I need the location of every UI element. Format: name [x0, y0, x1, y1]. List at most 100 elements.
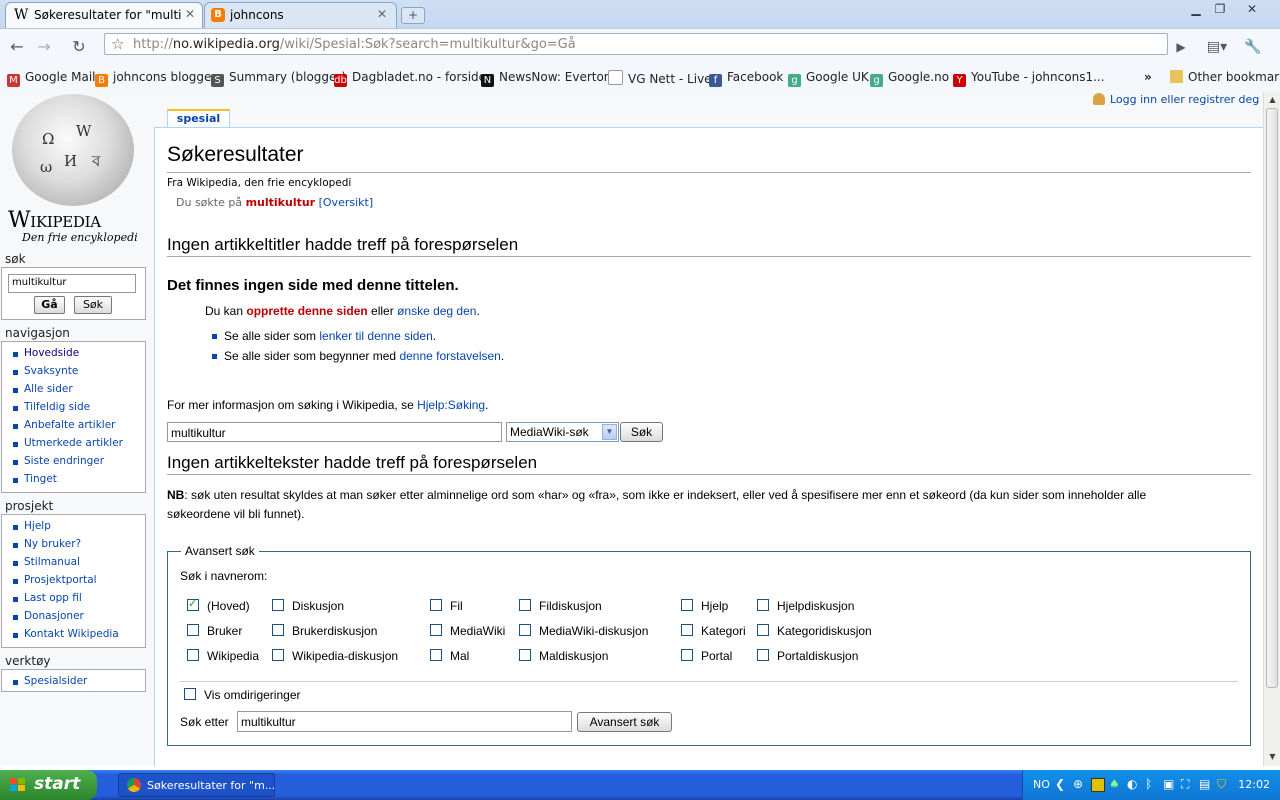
language-indicator[interactable]: NO [1033, 778, 1050, 791]
bluetooth-icon[interactable]: ᛒ [1145, 777, 1152, 791]
sidebar-item-stilmanual[interactable]: Stilmanual [2, 556, 145, 574]
sidebar-search-input[interactable]: multikultur [8, 274, 136, 293]
sidebar-item-last-opp-fil[interactable]: Last opp fil [2, 592, 145, 610]
security-shield-icon[interactable]: ⛉ [1217, 777, 1226, 792]
redirects-checkbox[interactable] [184, 688, 196, 700]
wikipedia-globe-logo-icon[interactable]: Ω W И ω ব [12, 94, 134, 206]
tab-spesial[interactable]: spesial [167, 109, 230, 127]
sidebar-item-tilfeldig-side[interactable]: Tilfeldig side [2, 401, 145, 419]
sidebar-item-donasjoner[interactable]: Donasjoner [2, 610, 145, 628]
sidebar-item-hjelp[interactable]: Hjelp [2, 520, 145, 538]
tab-search-results[interactable]: W Søkeresultater for "multikul... ✕ [5, 2, 203, 28]
search-engine-select[interactable]: MediaWiki-søk ▼ [506, 422, 619, 442]
links-here-link[interactable]: lenker til denne siden [319, 329, 432, 343]
namespace-checkbox[interactable] [187, 649, 199, 661]
bookmark-vg-nett[interactable]: VG Nett - Live! [608, 70, 716, 86]
namespace-checkbox[interactable] [187, 624, 199, 636]
vertical-scrollbar[interactable]: ▲ ▼ [1263, 92, 1280, 766]
searched-term-link[interactable]: multikultur [246, 196, 316, 209]
wrench-icon[interactable]: 🔧 [1242, 36, 1264, 58]
namespace-checkbox[interactable] [430, 624, 442, 636]
bookmark-google-mail[interactable]: M Google Mail [7, 70, 96, 87]
tray-app-icon[interactable]: ♠ [1109, 777, 1120, 791]
namespace-checkbox[interactable] [519, 649, 531, 661]
main-search-button[interactable]: Søk [620, 422, 663, 442]
url-path: /wiki/Spesial:Søk?search=multikultur&go=… [279, 37, 576, 52]
overview-link[interactable]: [Oversikt] [319, 196, 374, 209]
namespace-checkbox[interactable] [681, 624, 693, 636]
sidebar-item-hovedside[interactable]: Hovedside [2, 347, 145, 365]
namespace-checkbox[interactable] [430, 649, 442, 661]
bookmark-google-uk[interactable]: g Google UK [788, 70, 869, 87]
namespace-checkbox[interactable] [272, 599, 284, 611]
close-icon[interactable]: ✕ [377, 7, 387, 21]
create-page-link[interactable]: opprette denne siden [246, 304, 367, 318]
wish-page-link[interactable]: ønske deg den [397, 304, 476, 318]
close-window-icon[interactable]: ✕ [1241, 2, 1263, 18]
namespace-checkbox[interactable] [519, 624, 531, 636]
tray-app-icon[interactable]: ⛶ [1181, 777, 1189, 792]
star-icon[interactable]: ☆ [111, 35, 124, 53]
namespace-checkbox[interactable] [187, 597, 199, 611]
sidebar-item-ny-bruker[interactable]: Ny bruker? [2, 538, 145, 556]
sidebar-item-svaksynte[interactable]: Svaksynte [2, 365, 145, 383]
more-bookmarks-chevron-icon[interactable]: » [1144, 70, 1152, 84]
bookmark-summary-blogger[interactable]: S Summary (blogger) [211, 70, 346, 87]
bookmark-newsnow[interactable]: N NewsNow: Everton [481, 70, 611, 87]
sidebar-item-prosjektportal[interactable]: Prosjektportal [2, 574, 145, 592]
namespace-checkbox[interactable] [681, 599, 693, 611]
namespace-checkbox[interactable] [519, 599, 531, 611]
tray-app-icon[interactable]: ▣ [1163, 777, 1174, 791]
namespace-checkbox[interactable] [430, 599, 442, 611]
go-arrow-icon[interactable]: ▶ [1170, 36, 1192, 58]
bookmark-other[interactable]: Other bookmarks [1170, 70, 1280, 84]
new-tab-button[interactable]: + [401, 7, 425, 24]
scroll-down-arrow-icon[interactable]: ▼ [1266, 750, 1279, 764]
sidebar-search-button[interactable]: Søk [74, 296, 112, 314]
go-button[interactable]: Gå [34, 296, 65, 314]
namespace-checkbox[interactable] [757, 599, 769, 611]
tray-expand-icon[interactable]: ❮ [1055, 777, 1065, 791]
sidebar-item-siste-endringer[interactable]: Siste endringer [2, 455, 145, 473]
restore-icon[interactable]: ❐ [1209, 2, 1231, 18]
namespace-checkbox[interactable] [757, 624, 769, 636]
bookmark-dagbladet[interactable]: db Dagbladet.no - forsiden [334, 70, 494, 87]
help-search-link[interactable]: Hjelp:Søking [417, 398, 485, 412]
address-bar[interactable]: ☆ http://no.wikipedia.org/wiki/Spesial:S… [104, 33, 1168, 55]
namespace-checkbox[interactable] [757, 649, 769, 661]
advanced-search-input[interactable]: multikultur [237, 711, 572, 732]
back-icon[interactable]: ← [6, 36, 28, 58]
sidebar-item-anbefalte-artikler[interactable]: Anbefalte artikler [2, 419, 145, 437]
page-menu-icon[interactable]: ▤▾ [1206, 36, 1228, 58]
bookmark-youtube[interactable]: Y YouTube - johncons1... [953, 70, 1105, 87]
prefix-index-link[interactable]: denne forstavelsen [399, 349, 500, 363]
sidebar-item-alle-sider[interactable]: Alle sider [2, 383, 145, 401]
taskbar-item-chrome[interactable]: Søkeresultater for "m... [118, 773, 275, 797]
tab-johncons[interactable]: B johncons ✕ [204, 2, 397, 28]
reload-icon[interactable]: ↻ [68, 36, 90, 58]
login-link[interactable]: Logg inn eller registrer deg [1093, 93, 1259, 106]
namespace-label: Wikipedia-diskusjon [292, 649, 399, 663]
tray-app-icon[interactable]: ◐ [1127, 777, 1137, 791]
sidebar-item-kontakt-wikipedia[interactable]: Kontakt Wikipedia [2, 628, 145, 646]
scrollbar-thumb[interactable] [1266, 108, 1278, 688]
tray-app-icon[interactable]: ▤ [1199, 777, 1210, 791]
close-icon[interactable]: ✕ [185, 7, 195, 21]
main-search-input[interactable]: multikultur [167, 422, 502, 442]
bookmark-google-no[interactable]: g Google.no [870, 70, 949, 87]
sidebar-item-spesialsider[interactable]: Spesialsider [2, 675, 145, 693]
advanced-search-button[interactable]: Avansert søk [577, 712, 672, 732]
sidebar-item-tinget[interactable]: Tinget [2, 473, 145, 491]
forward-icon[interactable]: → [33, 36, 55, 58]
bookmark-johncons-blogger[interactable]: Bjohncons blogger [95, 70, 216, 87]
scroll-up-arrow-icon[interactable]: ▲ [1266, 93, 1279, 107]
start-button[interactable]: start [0, 770, 97, 800]
minimize-icon[interactable]: ▁ [1185, 2, 1207, 18]
namespace-checkbox[interactable] [272, 649, 284, 661]
tray-app-icon[interactable] [1091, 778, 1105, 792]
namespace-checkbox[interactable] [681, 649, 693, 661]
network-icon[interactable]: ⊕ [1073, 777, 1083, 791]
bookmark-facebook[interactable]: f Facebook [709, 70, 783, 87]
namespace-checkbox[interactable] [272, 624, 284, 636]
sidebar-item-utmerkede-artikler[interactable]: Utmerkede artikler [2, 437, 145, 455]
